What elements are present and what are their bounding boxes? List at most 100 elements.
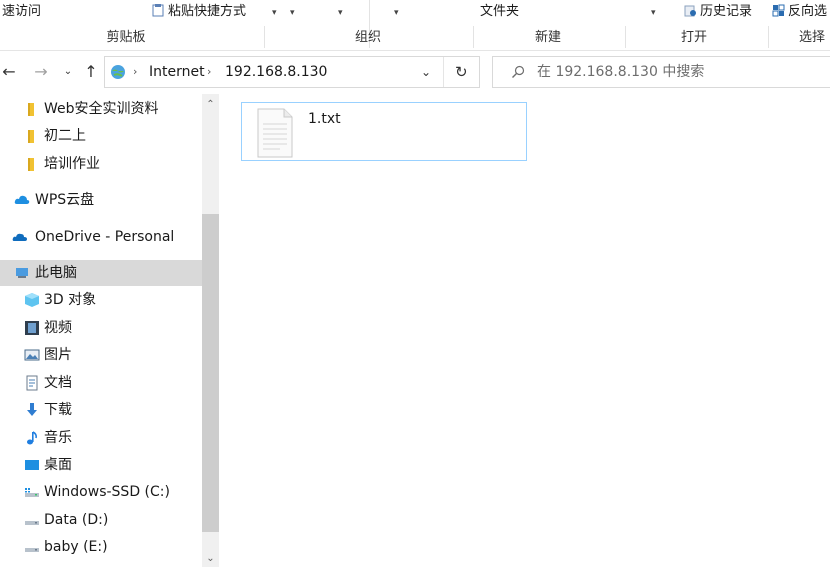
- rename-dropdown[interactable]: ▾: [394, 0, 399, 24]
- windows-drive-icon: [25, 488, 39, 497]
- copy-to-dropdown[interactable]: ▾: [290, 0, 295, 24]
- chevron-down-icon: ▾: [394, 8, 399, 18]
- file-tile[interactable]: 1.txt: [241, 102, 527, 161]
- nav-item-downloads[interactable]: 下载: [0, 397, 202, 423]
- chevron-down-icon: ▾: [290, 8, 295, 18]
- divider: [443, 57, 444, 87]
- nav-item-label: 文档: [44, 375, 72, 391]
- search-icon: [512, 65, 525, 78]
- nav-item-drive-c[interactable]: Windows-SSD (C:): [0, 479, 202, 505]
- refresh-icon[interactable]: ↻: [455, 57, 468, 87]
- nav-item-label: 初二上: [44, 128, 86, 144]
- navigation-bar: ← → ⌄ ↑ › Internet › 192.168.8.130 ⌄ ↻ 在…: [0, 52, 830, 92]
- navigation-pane: Web安全实训资料 初二上 培训作业 WPS云盘 OneDrive - Pers…: [0, 94, 219, 567]
- folder-icon: [28, 158, 34, 171]
- nav-item-label: WPS云盘: [35, 192, 95, 208]
- download-icon: [27, 403, 37, 416]
- nav-item-label: baby (E:): [44, 539, 108, 555]
- file-list-area: 1.txt: [220, 94, 830, 567]
- nav-item-3d-objects[interactable]: 3D 对象: [0, 287, 202, 313]
- divider: [625, 26, 626, 48]
- reverse-select-button[interactable]: 反向选: [772, 0, 827, 24]
- folder-icon: [28, 130, 34, 143]
- cloud-icon: [14, 195, 30, 204]
- computer-icon: [16, 268, 28, 278]
- nav-item-documents[interactable]: 文档: [0, 370, 202, 396]
- group-clipboard-label: 剪贴板: [106, 30, 146, 45]
- picture-icon: [24, 349, 40, 361]
- nav-item-onedrive[interactable]: OneDrive - Personal: [0, 224, 202, 250]
- text-file-icon: [257, 108, 293, 158]
- document-icon: [26, 375, 38, 391]
- desktop-icon: [25, 460, 39, 470]
- breadcrumb-segment-internet[interactable]: Internet: [149, 57, 205, 87]
- cube-icon: [25, 293, 39, 307]
- open-dropdown[interactable]: ▾: [651, 0, 656, 24]
- nav-item-label: Data (D:): [44, 512, 109, 528]
- group-organize-label: 组织: [354, 30, 381, 45]
- nav-item-drive-d[interactable]: Data (D:): [0, 507, 202, 533]
- address-history-dropdown[interactable]: ⌄: [421, 57, 431, 87]
- scroll-down-icon[interactable]: ⌄: [202, 550, 219, 567]
- nav-item-desktop[interactable]: 桌面: [0, 452, 202, 478]
- delete-dropdown[interactable]: ▾: [338, 0, 343, 24]
- nav-item-music[interactable]: 音乐: [0, 425, 202, 451]
- paste-shortcut-icon: [152, 4, 164, 17]
- nav-item-grade8[interactable]: 初二上: [0, 123, 202, 149]
- search-box[interactable]: 在 192.168.8.130 中搜索: [492, 56, 830, 88]
- nav-item-this-pc[interactable]: 此电脑: [0, 260, 202, 286]
- chevron-down-icon: ⌄: [63, 66, 73, 77]
- file-name: 1.txt: [308, 111, 341, 127]
- reverse-select-icon: [772, 4, 785, 17]
- new-folder-button[interactable]: 文件夹: [480, 0, 519, 24]
- drive-icon: [25, 521, 39, 525]
- nav-item-pictures[interactable]: 图片: [0, 342, 202, 368]
- nav-scrollbar-thumb[interactable]: [202, 214, 219, 532]
- address-bar[interactable]: › Internet › 192.168.8.130 ⌄ ↻: [104, 56, 480, 88]
- history-label: 历史记录: [700, 4, 753, 19]
- history-button[interactable]: 历史记录: [684, 0, 752, 24]
- nav-item-label: 视频: [44, 320, 72, 336]
- network-location-icon: [111, 65, 125, 79]
- onedrive-icon: [12, 233, 27, 241]
- divider: [264, 26, 265, 48]
- move-to-dropdown[interactable]: ▾: [272, 0, 277, 24]
- folder-icon: [28, 103, 34, 116]
- breadcrumb-separator-icon: ›: [133, 65, 138, 78]
- music-icon: [27, 431, 37, 445]
- recent-locations-button[interactable]: ⌄: [59, 60, 77, 84]
- breadcrumb-separator-icon: ›: [207, 65, 212, 78]
- nav-item-training-homework[interactable]: 培训作业: [0, 151, 202, 177]
- up-button[interactable]: ↑: [82, 60, 100, 84]
- divider: [473, 26, 474, 48]
- group-open-label: 打开: [680, 30, 707, 45]
- chevron-down-icon: ▾: [651, 8, 656, 18]
- ribbon: 速访问 粘贴快捷方式 ▾ ▾ ▾ ▾ 文件夹 ▾ 历史记录 反向选 剪贴板 组织…: [0, 0, 830, 51]
- chevron-down-icon: ▾: [272, 8, 277, 18]
- scroll-up-icon[interactable]: ⌃: [202, 96, 219, 113]
- quick-access-label[interactable]: 速访问: [2, 0, 41, 24]
- nav-item-wps-cloud[interactable]: WPS云盘: [0, 187, 202, 213]
- nav-item-videos[interactable]: 视频: [0, 315, 202, 341]
- group-select-label: 选择: [798, 30, 825, 45]
- reverse-select-label: 反向选: [788, 4, 828, 19]
- nav-item-web-security[interactable]: Web安全实训资料: [0, 96, 202, 122]
- nav-item-label: 图片: [44, 347, 72, 363]
- back-button[interactable]: ←: [0, 60, 18, 84]
- forward-button[interactable]: →: [32, 60, 50, 84]
- nav-item-label: 3D 对象: [44, 292, 97, 308]
- drive-icon: [25, 548, 39, 552]
- nav-item-label: 此电脑: [35, 265, 77, 281]
- nav-item-label: Web安全实训资料: [44, 101, 159, 117]
- nav-item-drive-e[interactable]: baby (E:): [0, 534, 202, 560]
- breadcrumb-segment-ip[interactable]: 192.168.8.130: [225, 57, 327, 87]
- search-placeholder: 在 192.168.8.130 中搜索: [537, 64, 705, 80]
- paste-shortcut-button[interactable]: 粘贴快捷方式: [152, 0, 246, 24]
- film-icon: [25, 321, 39, 335]
- paste-shortcut-label: 粘贴快捷方式: [168, 4, 247, 19]
- nav-item-label: 音乐: [44, 430, 72, 446]
- group-new-label: 新建: [534, 30, 561, 45]
- nav-item-label: 下载: [44, 402, 72, 418]
- chevron-down-icon: ▾: [338, 8, 343, 18]
- nav-item-label: 桌面: [44, 457, 72, 473]
